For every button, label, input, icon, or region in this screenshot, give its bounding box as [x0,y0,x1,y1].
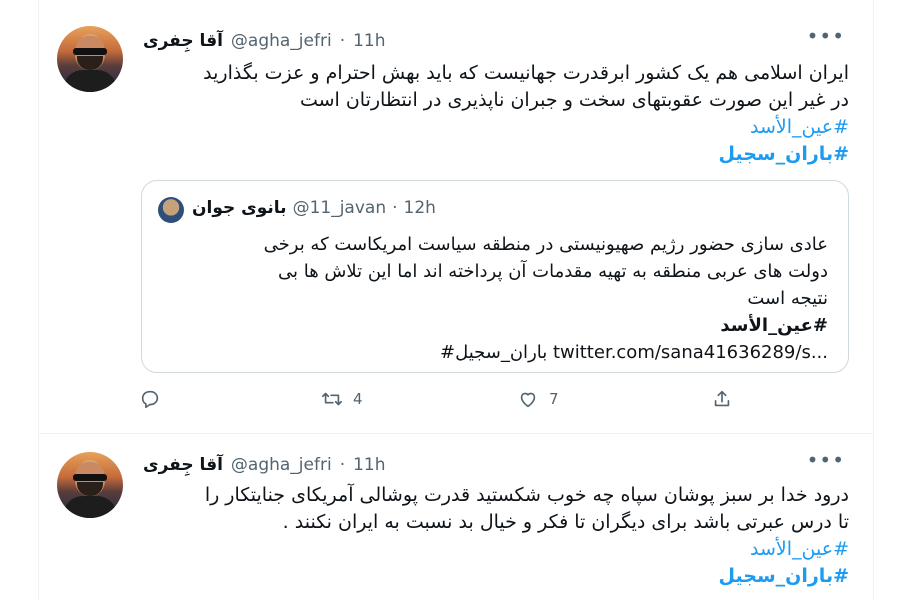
page-margin-left [0,0,40,600]
tweet-text-line: درود خدا بر سبز پوشان سپاه چه خوب شکستید… [204,484,849,506]
tweet-text-line: تا درس عبرتی باشد برای دیگران تا فکر و خ… [282,511,849,533]
quoted-hashtag: #عین_الأسد [720,315,828,336]
hashtag-link[interactable]: #عین_الأسد [59,536,849,563]
separator-dot: · [339,455,346,475]
timeline-column: آقا جِفری @agha_jefri · 11h ••• ایران اس… [38,0,874,600]
quoted-timestamp[interactable]: 12h [404,198,436,218]
reply-icon [141,390,159,409]
share-icon [714,390,730,407]
quoted-text-line: عادی سازی حضور رژیم صهیونیستی در منطقه س… [263,234,828,255]
tweet[interactable]: آقا جِفری @agha_jefri · 11h ••• ایران اس… [39,0,873,434]
tweet-text: درود خدا بر سبز پوشان سپاه چه خوب شکستید… [59,482,849,590]
tweet-text: ایران اسلامی هم یک کشور ابرقدرت جهانیست … [59,60,849,168]
hashtag-link[interactable]: #عین_الأسد [59,114,849,141]
timestamp[interactable]: 11h [353,455,385,475]
avatar-glasses [73,48,107,55]
quoted-link-line: #باران_سجیل twitter.com/sana41636289/s..… [439,342,828,363]
quoted-tweet[interactable]: بانوی جوان @11_javan · 12h عادی سازی حضو… [141,180,849,373]
separator-dot: · [339,31,346,51]
display-name[interactable]: آقا جِفری [143,31,223,51]
tweet-text-line: ایران اسلامی هم یک کشور ابرقدرت جهانیست … [203,62,849,84]
user-handle[interactable]: @agha_jefri [231,455,332,475]
heart-icon [520,392,536,408]
separator-dot: · [392,198,398,218]
quoted-text-line: نتیجه است [747,288,828,309]
hashtag-link[interactable]: #باران_سجیل [59,141,849,168]
display-name[interactable]: آقا جِفری [143,455,223,475]
user-handle[interactable]: @agha_jefri [231,31,332,51]
retweet-button[interactable]: 4 [321,388,363,410]
more-horizontal-icon[interactable]: ••• [807,448,845,472]
like-button[interactable]: 7 [517,388,559,410]
tweet-header: آقا جِفری @agha_jefri · 11h [143,30,386,52]
quoted-display-name[interactable]: بانوی جوان [192,198,287,218]
retweet-count: 4 [353,390,363,408]
tweet[interactable]: آقا جِفری @agha_jefri · 11h ••• درود خدا… [39,434,873,600]
retweet-icon [322,392,342,406]
share-button[interactable] [711,388,733,410]
quoted-header: بانوی جوان @11_javan · 12h [192,198,436,218]
more-horizontal-icon[interactable]: ••• [807,24,845,48]
like-count: 7 [549,390,559,408]
quoted-avatar[interactable] [158,197,184,223]
tweet-actions: 4 7 [139,388,839,424]
tweet-text-line: در غیر این صورت عقوبتهای سخت و جبران ناپ… [299,89,849,111]
quoted-text: عادی سازی حضور رژیم صهیونیستی در منطقه س… [168,231,828,366]
avatar-glasses [73,474,107,481]
quoted-user-handle[interactable]: @11_javan [293,198,387,218]
timestamp[interactable]: 11h [353,31,385,51]
hashtag-link[interactable]: #باران_سجیل [59,563,849,590]
quoted-text-line: دولت های عربی منطقه به تهیه مقدمات آن پر… [277,261,828,282]
reply-button[interactable] [139,388,161,410]
page-margin-right [870,0,900,600]
tweet-header: آقا جِفری @agha_jefri · 11h [143,454,386,476]
